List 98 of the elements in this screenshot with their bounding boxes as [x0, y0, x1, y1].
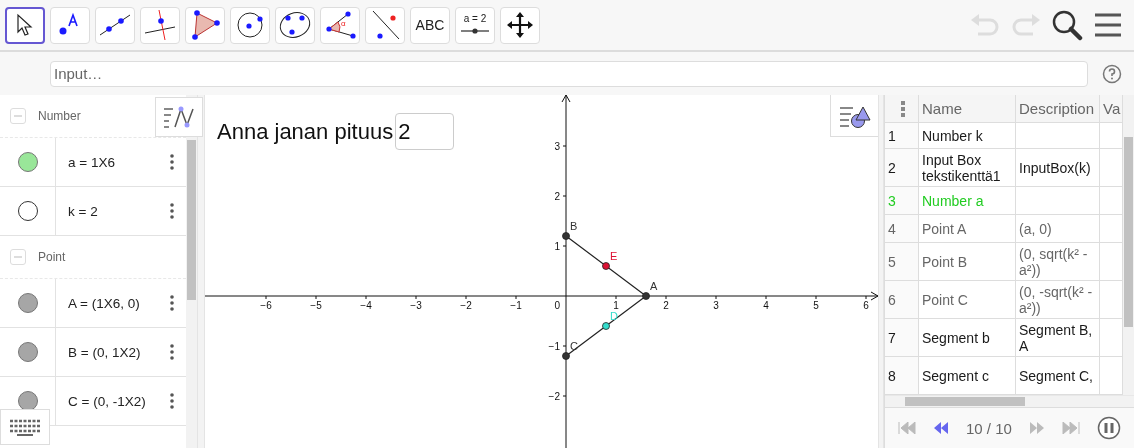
tick-label: 3: [713, 300, 719, 311]
table-cell: (0, sqrt(k² - a²)): [1016, 243, 1100, 280]
table-cell: Input Box tekstikenttä1: [919, 149, 1016, 186]
scrollbar[interactable]: [885, 395, 1134, 407]
conic-tool-button[interactable]: [275, 6, 315, 44]
row-header: 5: [885, 243, 919, 280]
step-counter: 10 / 10: [965, 419, 1012, 437]
table-cell: Segment b: [919, 319, 1016, 356]
step-back-button[interactable]: [932, 422, 949, 434]
text-tool-button[interactable]: ABC: [410, 6, 450, 44]
table-cell: Segment B, A: [1016, 319, 1100, 356]
pause-button[interactable]: [1097, 416, 1122, 440]
circle-icon: [235, 10, 265, 40]
visibility-toggle[interactable]: [17, 152, 38, 172]
ellipse-icon: [278, 10, 312, 40]
table-cell: Number a: [919, 187, 1016, 214]
line-icon: [98, 12, 132, 38]
visibility-toggle[interactable]: [17, 293, 38, 313]
cursor-icon: [16, 13, 34, 37]
algebra-entry: a = 1X6: [67, 154, 116, 170]
input-box-label: Anna janan pituus: [217, 118, 394, 145]
tick-label: 2: [554, 191, 560, 202]
table-cell: Number k: [919, 123, 1016, 148]
line-tool-button[interactable]: [95, 6, 135, 44]
tick-label: −2: [548, 391, 560, 402]
tick-label: 6: [863, 300, 869, 311]
row-header: 6: [885, 281, 919, 318]
row-header: 3: [885, 187, 919, 214]
table-cell: Point C: [919, 281, 1016, 318]
point-label: E: [610, 250, 618, 262]
visibility-toggle[interactable]: [17, 201, 38, 221]
algebra-entry: C = (0, -1X2): [67, 393, 147, 409]
row-header: 4: [885, 215, 919, 242]
minus-icon: [14, 112, 22, 120]
style-bar-button[interactable]: [155, 97, 203, 137]
tick-label: −1: [548, 341, 560, 352]
triangle-icon: [190, 10, 220, 40]
column-header: Va: [1100, 95, 1123, 122]
row-header: 2: [885, 149, 919, 186]
group-title: Number: [38, 109, 81, 123]
more-options-icon[interactable]: [170, 295, 174, 311]
circle-tool-button[interactable]: [230, 6, 270, 44]
tick-label: 1: [554, 241, 560, 252]
row-header: 7: [885, 319, 919, 356]
row-header: 8: [885, 357, 919, 394]
tick-label: 4: [763, 300, 769, 311]
table-cell: (a, 0): [1016, 215, 1100, 242]
more-options-icon[interactable]: [901, 100, 905, 117]
polygon-tool-button[interactable]: [185, 6, 225, 44]
tick-label: −2: [460, 300, 472, 311]
table-cell: (0, -sqrt(k² - a²)): [1016, 281, 1100, 318]
visibility-toggle[interactable]: [17, 342, 38, 362]
perpendicular-line-icon: [143, 9, 177, 41]
visibility-toggle[interactable]: [17, 391, 38, 411]
graph-style-icon: [163, 105, 195, 129]
algebra-entry: k = 2: [67, 203, 99, 219]
table-cell: Segment C,: [1016, 357, 1100, 394]
point-label: C: [570, 340, 578, 352]
more-options-icon[interactable]: [170, 344, 174, 360]
tick-label: 3: [554, 141, 560, 152]
tick-label: −3: [410, 300, 422, 311]
table-cell: InputBox(k): [1016, 149, 1100, 186]
tick-label: −1: [510, 300, 522, 311]
skip-to-start-button[interactable]: [897, 422, 916, 434]
tick-label: 1: [613, 300, 619, 311]
scrollbar[interactable]: [1123, 95, 1134, 395]
more-options-icon[interactable]: [170, 203, 174, 219]
table-cell: Segment c: [919, 357, 1016, 394]
point-label: B: [570, 220, 578, 232]
reflect-tool-button[interactable]: [365, 6, 405, 44]
keyboard-icon: [8, 418, 42, 436]
input-box[interactable]: 2: [395, 113, 455, 150]
tick-label: −6: [260, 300, 272, 311]
more-options-icon[interactable]: [170, 154, 174, 170]
tick-label: −5: [310, 300, 322, 311]
style-bar-button[interactable]: [830, 95, 878, 137]
algebra-entry: A = (1X6, 0): [67, 295, 141, 311]
group-title: Point: [38, 250, 66, 264]
point-label: D: [610, 310, 618, 322]
keyboard-button[interactable]: [0, 409, 50, 445]
point-label: A: [650, 280, 658, 292]
table-cell: Point A: [919, 215, 1016, 242]
move-arrows-icon: [507, 12, 533, 38]
row-header: 1: [885, 123, 919, 148]
help-button[interactable]: [1102, 63, 1122, 84]
table-cell: Point B: [919, 243, 1016, 280]
perpendicular-tool-button[interactable]: [140, 6, 180, 44]
more-options-icon[interactable]: [170, 393, 174, 409]
tick-label: −4: [360, 300, 372, 311]
tick-label: 2: [663, 300, 669, 311]
move-view-tool-button[interactable]: [500, 6, 540, 44]
minus-icon: [14, 253, 22, 261]
origin-label: 0: [554, 300, 560, 311]
algebra-entry: B = (0, 1X2): [67, 344, 142, 360]
tick-label: 5: [813, 300, 819, 311]
move-tool-button[interactable]: [5, 6, 45, 44]
input-field[interactable]: Input…: [50, 60, 1088, 87]
point-tool-button[interactable]: [50, 6, 90, 44]
